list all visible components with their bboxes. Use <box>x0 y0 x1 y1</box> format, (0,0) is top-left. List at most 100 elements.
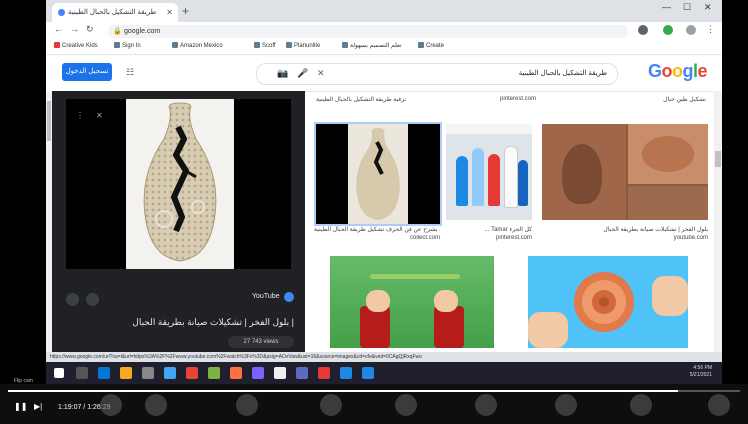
profile-icon[interactable] <box>686 25 696 35</box>
next-icon[interactable]: ▶| <box>34 402 42 411</box>
bookmark-item[interactable]: Sign In <box>114 42 141 49</box>
mail-icon[interactable] <box>164 367 176 379</box>
vase-thumb <box>356 128 400 220</box>
result-source[interactable]: pinterest.com <box>446 235 532 241</box>
maximize-icon[interactable]: ☐ <box>683 2 691 13</box>
scrollbar-thumb[interactable] <box>715 151 721 167</box>
result-caption[interactable]: ... Tamar كل الجزء <box>446 226 532 233</box>
result-thumbnail <box>628 186 708 220</box>
participant-avatar <box>320 394 342 416</box>
corner-label: Flip cam <box>14 378 33 384</box>
clock-date: 5/21/2021 <box>689 372 712 378</box>
search-box[interactable]: 📷 🎤 ✕ طريقة التشكيل بالحبال الطينية <box>256 63 618 85</box>
start-icon[interactable] <box>54 368 64 378</box>
result-caption[interactable]: pinterest.com <box>466 96 536 102</box>
result-caption[interactable]: بلول الفخر | تشكيلات صيانة بطريقة الحبال <box>542 226 708 233</box>
shield-extension-icon[interactable] <box>663 25 673 35</box>
bookmark-item[interactable]: تعلم التصميم بسهولة <box>342 42 402 49</box>
participant-avatar <box>555 394 577 416</box>
office-icon[interactable] <box>230 367 242 379</box>
new-tab-button[interactable]: + <box>182 3 189 19</box>
app-icon[interactable] <box>362 367 374 379</box>
result-thumbnail <box>330 256 494 348</box>
tab-bar: طريقة التشكيل بالحبال الطينية ✕ + — ☐ ✕ <box>46 0 722 22</box>
address-url: google.com <box>124 28 161 35</box>
edge-icon[interactable] <box>98 367 110 379</box>
browser-tab[interactable]: طريقة التشكيل بالحبال الطينية ✕ <box>52 3 178 22</box>
result-caption[interactable]: تعليمي تشكيل صنع خزفية طريقة التشكيل بال… <box>316 96 406 103</box>
system-tray-clock[interactable]: 4:56 PM 5/21/2021 <box>690 365 712 379</box>
lock-icon: 🔒 <box>113 28 122 35</box>
status-bar-url: https://www.google.com/url?sa=i&url=http… <box>46 352 722 362</box>
scrollbar-thumb[interactable] <box>47 101 51 141</box>
image-search-icon[interactable]: 📷 <box>277 68 288 79</box>
close-window-icon[interactable]: ✕ <box>704 2 712 13</box>
result-card[interactable] <box>542 124 708 220</box>
participant-avatar <box>100 394 122 416</box>
mic-icon[interactable]: 🎤 <box>297 68 308 79</box>
file-explorer-icon[interactable] <box>120 367 132 379</box>
visit-button[interactable]: 27 743 views <box>228 336 294 348</box>
menu-icon[interactable]: ⋮ <box>706 24 715 35</box>
participant-avatar <box>395 394 417 416</box>
sign-in-button[interactable]: تسجيل الدخول <box>62 63 112 81</box>
pause-icon[interactable]: ❚❚ <box>14 402 27 411</box>
vase-photo <box>126 99 234 269</box>
preview-image[interactable]: ⋮ ✕ <box>66 99 291 269</box>
bookmark-item[interactable]: Create <box>418 42 444 49</box>
store-icon[interactable] <box>142 367 154 379</box>
result-source[interactable]: collect.com <box>314 235 440 241</box>
preview-title[interactable]: بلول الفخر | تشكيلات صيانة بطريقة الحبال… <box>72 317 294 328</box>
result-card[interactable] <box>330 256 494 348</box>
participant-avatar <box>708 394 730 416</box>
app-icon[interactable] <box>252 367 264 379</box>
right-scrollbar[interactable] <box>714 91 722 352</box>
result-card[interactable] <box>446 124 532 220</box>
clay-flower-thumb <box>528 272 688 348</box>
extension-icon[interactable] <box>638 25 648 35</box>
app-icon[interactable] <box>208 367 220 379</box>
result-thumbnail <box>446 134 532 220</box>
result-card[interactable] <box>528 256 688 348</box>
result-card-selected[interactable] <box>314 122 442 226</box>
minimize-icon[interactable]: — <box>662 2 671 12</box>
youtube-icon <box>284 292 294 302</box>
result-thumbnail <box>348 124 408 224</box>
more-options-button[interactable] <box>66 293 79 306</box>
source-site[interactable]: YouTube <box>252 293 280 300</box>
clock-time: 4:56 PM <box>693 365 712 371</box>
apps-grid-icon[interactable]: ☷ <box>126 67 134 78</box>
app-icon[interactable] <box>318 367 330 379</box>
browser-toolbar: ← → ↻ 🔒 google.com ⋮ <box>46 22 722 40</box>
result-thumbnail <box>542 124 626 220</box>
result-thumbnail <box>528 256 688 348</box>
result-caption[interactable]: تشكيل طين حبال <box>566 96 706 103</box>
address-bar[interactable]: 🔒 google.com <box>108 25 628 38</box>
search-query: طريقة التشكيل بالحبال الطينية <box>518 70 607 77</box>
bookmark-item[interactable]: Creative Kids <box>54 42 98 49</box>
app-icon[interactable] <box>340 367 352 379</box>
app-icon[interactable] <box>274 367 286 379</box>
close-tab-icon[interactable]: ✕ <box>166 3 173 22</box>
search-icon[interactable] <box>76 367 88 379</box>
bookmark-item[interactable]: Planunlite <box>286 42 320 49</box>
browser-window: طريقة التشكيل بالحبال الطينية ✕ + — ☐ ✕ … <box>46 0 722 372</box>
bookmark-item[interactable]: Scoff <box>254 42 276 49</box>
share-button[interactable] <box>86 293 99 306</box>
result-caption[interactable]: تشكيل... بشرح عن فن الخزف تشكيل طريقة ال… <box>314 226 440 233</box>
forward-icon[interactable]: → <box>70 24 79 34</box>
participant-avatar <box>236 394 258 416</box>
tab-title: طريقة التشكيل بالحبال الطينية <box>68 9 157 16</box>
progress-fill <box>8 390 678 392</box>
app-icon[interactable] <box>296 367 308 379</box>
chrome-icon[interactable] <box>186 367 198 379</box>
back-icon[interactable]: ← <box>54 24 63 34</box>
reload-icon[interactable]: ↻ <box>86 24 94 35</box>
clear-icon[interactable]: ✕ <box>317 68 325 79</box>
result-source[interactable]: youtube.com <box>542 235 708 241</box>
image-preview-panel: ⋮ ✕ YouTube بلول الفخر | تشكيلات صيانة ب… <box>52 91 305 352</box>
bookmark-item[interactable]: Amazon Mexico <box>172 42 223 49</box>
collapse-icon[interactable]: ✕ <box>96 111 103 120</box>
share-preview-icon[interactable]: ⋮ <box>76 111 84 120</box>
google-logo[interactable]: Google <box>648 61 708 82</box>
